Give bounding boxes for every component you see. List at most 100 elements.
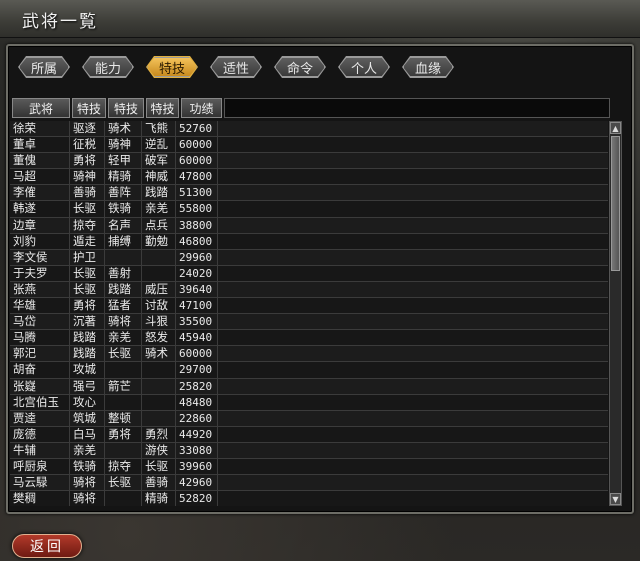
skill-1: 骑将 bbox=[70, 475, 105, 491]
row-filler bbox=[218, 266, 608, 281]
table-row[interactable]: 胡奋 攻城 29700 bbox=[10, 362, 608, 379]
table-row[interactable]: 徐荣 驱逐 骑术 飞熊 52760 bbox=[10, 121, 608, 138]
skill-1: 长驱 bbox=[70, 281, 105, 298]
skill-3 bbox=[142, 394, 176, 410]
skill-1: 骑将 bbox=[70, 491, 105, 506]
table-row[interactable]: 李傕 善骑 善阵 践踏 51300 bbox=[10, 185, 608, 202]
skill-3: 怒发 bbox=[142, 330, 176, 346]
table-row[interactable]: 董傀 勇将 轻甲 破军 60000 bbox=[10, 153, 608, 170]
officer-name: 马云騄 bbox=[10, 475, 70, 491]
table-row[interactable]: 郭汜 践踏 长驱 骑术 60000 bbox=[10, 346, 608, 363]
skill-3: 精骑 bbox=[142, 491, 176, 506]
row-filler bbox=[218, 218, 608, 233]
table-row[interactable]: 樊稠 骑将 精骑 52820 bbox=[10, 491, 608, 506]
table-row[interactable]: 马腾 践踏 亲羌 怒发 45940 bbox=[10, 330, 608, 347]
column-header-skill-1[interactable]: 特技 bbox=[72, 98, 106, 118]
row-filler bbox=[218, 443, 608, 458]
row-filler bbox=[218, 411, 608, 426]
table-row[interactable]: 韩遂 长驱 铁骑 亲羌 55800 bbox=[10, 201, 608, 218]
table-row[interactable]: 呼厨泉 铁骑 掠夺 长驱 39960 bbox=[10, 458, 608, 476]
skill-3: 威压 bbox=[142, 281, 176, 298]
tab-affiliation[interactable]: 所属 bbox=[18, 56, 70, 78]
tab-skills[interactable]: 特技 bbox=[146, 56, 198, 78]
table-row[interactable]: 刘豹 遁走 捕缚 勤勉 46800 bbox=[10, 233, 608, 250]
merit-value: 33080 bbox=[176, 442, 218, 458]
table-row[interactable]: 马岱 沉著 骑将 斗狠 35500 bbox=[10, 314, 608, 331]
officer-name: 庞德 bbox=[10, 426, 70, 442]
column-header-skill-3[interactable]: 特技 bbox=[146, 98, 179, 118]
merit-value: 35500 bbox=[176, 314, 218, 330]
tab-label: 特技 bbox=[147, 57, 197, 77]
officer-name: 李傕 bbox=[10, 185, 70, 201]
table-row[interactable]: 张嶷 强弓 箭芒 25820 bbox=[10, 378, 608, 395]
back-button[interactable]: 返回 bbox=[12, 534, 82, 558]
officer-name: 胡奋 bbox=[10, 362, 70, 378]
scroll-up-button[interactable]: ▲ bbox=[610, 122, 621, 134]
skill-2: 名声 bbox=[105, 217, 142, 233]
table-row[interactable]: 马云騄 骑将 长驱 善骑 42960 bbox=[10, 475, 608, 492]
skill-2: 箭芒 bbox=[105, 378, 142, 394]
officer-name: 张燕 bbox=[10, 281, 70, 298]
officer-name: 董傀 bbox=[10, 153, 70, 169]
table-row[interactable]: 华雄 勇将 猛者 讨敌 47100 bbox=[10, 298, 608, 315]
skill-3 bbox=[142, 362, 176, 378]
table-row[interactable]: 牛辅 亲羌 游侠 33080 bbox=[10, 442, 608, 459]
skill-3: 勤勉 bbox=[142, 233, 176, 249]
skill-1: 骑神 bbox=[70, 169, 105, 185]
skill-3 bbox=[142, 265, 176, 281]
table-row[interactable]: 董卓 征税 骑神 逆乱 60000 bbox=[10, 137, 608, 154]
scrollbar-thumb[interactable] bbox=[611, 136, 620, 271]
tab-command[interactable]: 命令 bbox=[274, 56, 326, 78]
skill-2 bbox=[105, 491, 142, 506]
merit-value: 29700 bbox=[176, 362, 218, 378]
tab-label: 能力 bbox=[83, 57, 133, 77]
merit-value: 48480 bbox=[176, 394, 218, 410]
skill-2: 勇将 bbox=[105, 426, 142, 442]
tab-bloodline[interactable]: 血缘 bbox=[402, 56, 454, 78]
column-header-officer[interactable]: 武将 bbox=[12, 98, 70, 118]
table-row[interactable]: 贾逵 筑城 整顿 22860 bbox=[10, 410, 608, 427]
skill-2: 铁骑 bbox=[105, 201, 142, 217]
officer-name: 马腾 bbox=[10, 330, 70, 346]
tab-ability[interactable]: 能力 bbox=[82, 56, 134, 78]
merit-value: 60000 bbox=[176, 137, 218, 153]
skill-1: 征税 bbox=[70, 137, 105, 153]
table-row[interactable]: 庞德 白马 勇将 勇烈 44920 bbox=[10, 426, 608, 443]
row-filler bbox=[218, 330, 608, 345]
table-row[interactable]: 边章 掠夺 名声 点兵 38800 bbox=[10, 217, 608, 234]
officer-name: 牛辅 bbox=[10, 442, 70, 458]
skill-2 bbox=[105, 362, 142, 378]
row-filler bbox=[218, 298, 608, 313]
skill-1: 善骑 bbox=[70, 185, 105, 201]
column-header-skill-2[interactable]: 特技 bbox=[108, 98, 144, 118]
skill-2: 长驱 bbox=[105, 346, 142, 362]
row-filler bbox=[218, 459, 608, 474]
skill-3 bbox=[142, 249, 176, 265]
merit-value: 24020 bbox=[176, 265, 218, 281]
merit-value: 47800 bbox=[176, 169, 218, 185]
skill-1: 强弓 bbox=[70, 378, 105, 394]
skill-3: 逆乱 bbox=[142, 137, 176, 153]
row-filler bbox=[218, 362, 608, 377]
scrollbar[interactable]: ▲ ▼ bbox=[609, 121, 622, 506]
officer-name: 边章 bbox=[10, 217, 70, 233]
skill-3: 骑术 bbox=[142, 346, 176, 362]
column-header-merit[interactable]: 功绩 bbox=[181, 98, 222, 118]
tab-aptitude[interactable]: 适性 bbox=[210, 56, 262, 78]
officer-name: 徐荣 bbox=[10, 121, 70, 137]
merit-value: 52820 bbox=[176, 491, 218, 506]
table-row[interactable]: 马超 骑神 精骑 神威 47800 bbox=[10, 169, 608, 186]
row-filler bbox=[218, 234, 608, 249]
skill-3: 游侠 bbox=[142, 442, 176, 458]
table-row[interactable]: 于夫罗 长驱 善射 24020 bbox=[10, 265, 608, 282]
table-row[interactable]: 张燕 长驱 践踏 威压 39640 bbox=[10, 281, 608, 299]
row-filler bbox=[218, 491, 608, 506]
skill-2: 骑将 bbox=[105, 314, 142, 330]
table-row[interactable]: 李文侯 护卫 29960 bbox=[10, 249, 608, 266]
skill-3: 点兵 bbox=[142, 217, 176, 233]
table-row[interactable]: 北宫伯玉 攻心 48480 bbox=[10, 394, 608, 411]
tab-personal[interactable]: 个人 bbox=[338, 56, 390, 78]
scroll-down-button[interactable]: ▼ bbox=[610, 493, 621, 505]
officer-name: 樊稠 bbox=[10, 491, 70, 506]
table-header: 武将 特技 特技 特技 功绩 bbox=[12, 98, 610, 118]
